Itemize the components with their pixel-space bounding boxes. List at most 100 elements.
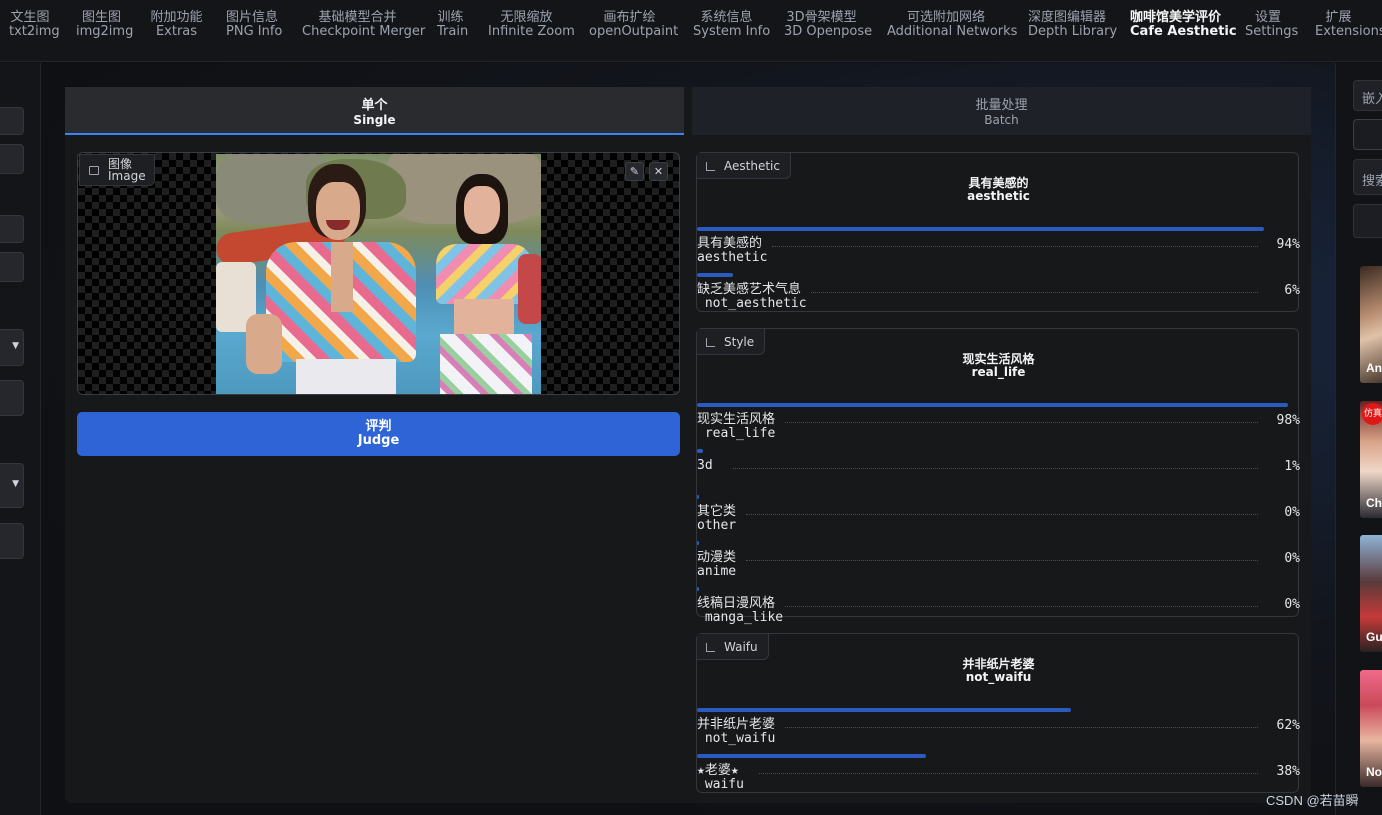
- top-label: 并非纸片老婆 not_waifu: [697, 658, 1300, 684]
- nav-tab-extensions[interactable]: 扩展 Extensions: [1315, 0, 1382, 62]
- sidebar-control[interactable]: [0, 144, 24, 174]
- sidebar-control[interactable]: [0, 215, 24, 243]
- confidence-label-zh: 3d: [697, 458, 713, 473]
- confidence-row: 现实生活风格 real_life 98%: [697, 403, 1300, 449]
- top-nav: 文生图 txt2img 图生图 img2img 附加功能 Extras 图片信息 PNG In…: [0, 0, 1382, 62]
- tab-single-en: Single: [353, 113, 396, 127]
- chart-icon: [706, 162, 715, 171]
- nav-tab-3d-openpose[interactable]: 3D骨架模型 3D Openpose: [784, 0, 873, 62]
- confidence-label-en: anime: [697, 564, 737, 579]
- nav-tab-label-en: 3D Openpose: [784, 24, 873, 39]
- confidence-bar: [697, 273, 733, 277]
- confidence-row: 3d 1%: [697, 449, 1300, 495]
- nav-tab-label-zh: 图生图: [81, 10, 121, 25]
- right-button[interactable]: [1353, 119, 1382, 150]
- sidebar-control[interactable]: [0, 252, 24, 282]
- confidence-label-zh: 动漫类: [697, 550, 737, 565]
- judge-button-en: Judge: [357, 433, 400, 448]
- pencil-icon[interactable]: ✎: [625, 162, 644, 181]
- nav-tab-txt2img[interactable]: 文生图 txt2img: [9, 0, 60, 62]
- model-thumbnail[interactable]: 仿真 Chi: [1360, 401, 1382, 518]
- tab-single-zh: 单个: [361, 98, 388, 113]
- image-input[interactable]: 图像 Image ✎ ✕: [77, 152, 680, 395]
- nav-tab-label-en: Checkpoint Merger: [302, 24, 426, 39]
- nav-tab-label-zh: 设置: [1254, 10, 1281, 25]
- nav-tab-label-zh: 3D骨架模型: [786, 10, 857, 25]
- close-icon[interactable]: ✕: [649, 162, 668, 181]
- result-card-aesthetic: Aesthetic 具有美感的 aesthetic 具有美感的 aesthetic 94%…: [696, 152, 1300, 312]
- model-thumbnail[interactable]: An: [1360, 266, 1382, 383]
- confidence-label: 现实生活风格 real_life: [697, 413, 775, 441]
- nav-tab-img2img[interactable]: 图生图 img2img: [76, 0, 133, 62]
- confidence-bar: [697, 227, 1264, 231]
- dotted-leader: [785, 606, 1258, 607]
- nav-tab-label-en: Extras: [155, 24, 198, 39]
- confidence-bar: [697, 708, 1071, 712]
- thumbnail-badge: 仿真: [1362, 403, 1382, 425]
- top-label-en: aesthetic: [967, 189, 1030, 203]
- nav-tab-label-zh: 可选附加网络: [906, 10, 985, 25]
- confidence-bar: [697, 541, 699, 545]
- model-thumbnail[interactable]: Gu: [1360, 535, 1382, 652]
- nav-tab-system-info[interactable]: 系统信息 System Info: [693, 0, 770, 62]
- nav-tab-cafe-aesthetic[interactable]: 咖啡馆美学评价 Cafe Aesthetic: [1130, 0, 1237, 62]
- right-button[interactable]: [1353, 204, 1382, 238]
- confidence-percent: 0%: [1284, 597, 1300, 612]
- confidence-label-en: not_aesthetic: [697, 296, 807, 311]
- nav-tab-label-en: PNG Info: [226, 24, 283, 39]
- chart-icon: [706, 643, 715, 652]
- nav-tab-checkpoint-merger[interactable]: 基础模型合并 Checkpoint Merger: [302, 0, 426, 62]
- sidebar-dropdown[interactable]: ▼: [0, 463, 24, 508]
- dotted-leader: [785, 727, 1258, 728]
- result-card-waifu: Waifu 并非纸片老婆 not_waifu 并非纸片老婆 not_waifu 62% ★…: [696, 633, 1300, 793]
- sidebar-dropdown[interactable]: ▼: [0, 329, 24, 366]
- search-input[interactable]: 搜索: [1353, 159, 1382, 195]
- nav-tab-infinite-zoom[interactable]: 无限缩放 Infinite Zoom: [488, 0, 575, 62]
- nav-tab-label-en: Train: [437, 24, 469, 39]
- result-card-label: Waifu: [697, 634, 769, 660]
- thumbnail-caption: An: [1366, 361, 1382, 375]
- confidence-label: 动漫类 anime: [697, 551, 736, 579]
- nav-tab-label-en: Settings: [1245, 24, 1299, 39]
- tab-single[interactable]: 单个 Single: [65, 87, 684, 135]
- confidence-label: 并非纸片老婆 not_waifu: [697, 718, 775, 746]
- confidence-label-zh: 现实生活风格: [697, 412, 776, 427]
- nav-tab-label-zh: 扩展: [1325, 10, 1352, 25]
- model-thumbnail[interactable]: No: [1360, 670, 1382, 787]
- right-tab-label: 嵌入: [1362, 92, 1382, 107]
- thumbnail-caption: No: [1366, 765, 1382, 779]
- sidebar-control[interactable]: [0, 107, 24, 135]
- nav-tab-additional-networks[interactable]: 可选附加网络 Additional Networks: [887, 0, 1017, 62]
- sidebar-control[interactable]: [0, 523, 24, 559]
- search-placeholder: 搜索: [1362, 174, 1382, 189]
- thumbnail-caption: Chi: [1366, 496, 1382, 510]
- sidebar-control[interactable]: [0, 380, 24, 416]
- nav-tab-png-info[interactable]: 图片信息 PNG Info: [226, 0, 283, 62]
- chart-icon: [706, 338, 715, 347]
- top-label: 具有美感的 aesthetic: [697, 177, 1300, 203]
- judge-button[interactable]: 评判 Judge: [77, 412, 680, 456]
- nav-tab-openoutpaint[interactable]: 画布扩绘 openOutpaint: [589, 0, 679, 62]
- nav-tab-depth-library[interactable]: 深度图编辑器 Depth Library: [1028, 0, 1118, 62]
- confidence-label-en: aesthetic: [697, 250, 768, 265]
- confidence-label: 缺乏美感艺术气息 not_aesthetic: [697, 283, 807, 311]
- nav-tab-label-en: openOutpaint: [589, 24, 679, 39]
- confidence-label: 其它类 other: [697, 505, 736, 533]
- result-card-label-text: Style: [724, 335, 755, 349]
- nav-tab-label-en: Depth Library: [1028, 24, 1118, 39]
- nav-tab-settings[interactable]: 设置 Settings: [1245, 0, 1299, 62]
- nav-tab-train[interactable]: 训练 Train: [437, 0, 469, 62]
- result-card-label-text: Waifu: [724, 640, 758, 654]
- confidence-label-zh: 缺乏美感艺术气息: [697, 282, 802, 297]
- right-tab[interactable]: 嵌入: [1353, 80, 1382, 111]
- confidence-label-en: manga_like: [697, 610, 784, 625]
- confidence-label-en: waifu: [697, 777, 744, 792]
- nav-tab-label-en: txt2img: [9, 24, 60, 39]
- confidence-label-zh: 并非纸片老婆: [697, 717, 776, 732]
- nav-tab-extras[interactable]: 附加功能 Extras: [150, 0, 203, 62]
- tab-batch[interactable]: 批量处理 Batch: [692, 87, 1311, 135]
- nav-tab-label-zh: 文生图: [10, 10, 50, 25]
- dotted-leader: [746, 514, 1258, 515]
- nav-tab-label-zh: 画布扩绘: [603, 10, 656, 25]
- confidence-label-zh: 具有美感的: [697, 236, 763, 251]
